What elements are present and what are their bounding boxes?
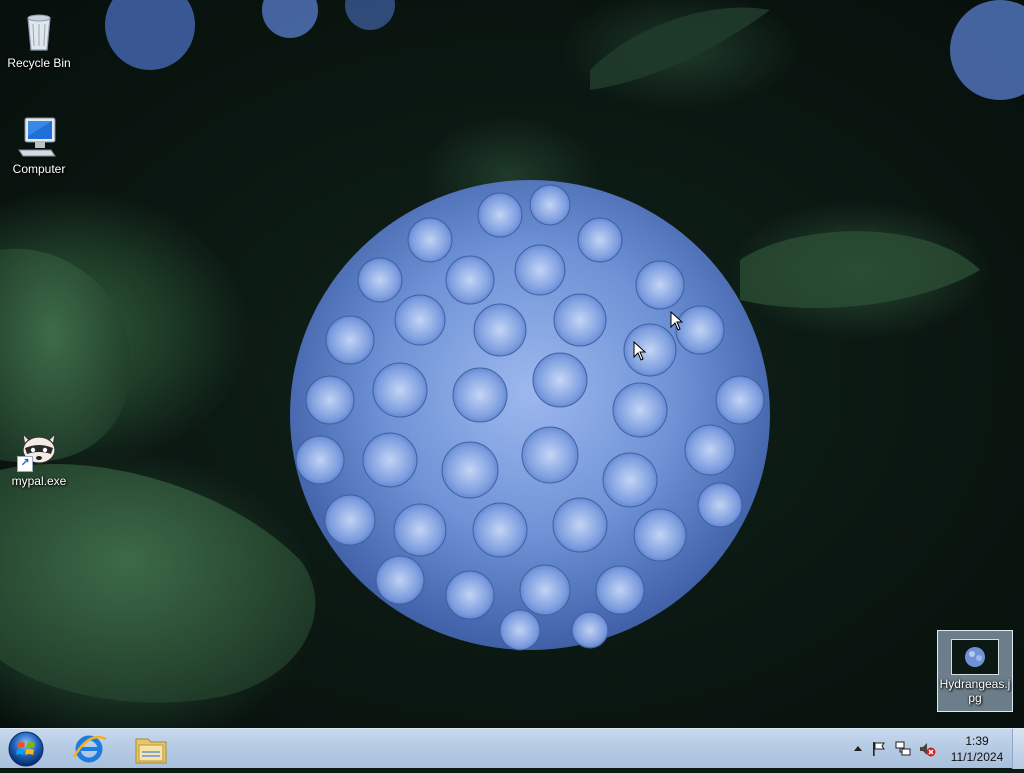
taskbar-windows-explorer-button[interactable] <box>126 731 176 767</box>
hydrangeas-label: Hydrangeas.jpg <box>939 677 1011 705</box>
shortcut-arrow-icon: ↗ <box>17 456 33 472</box>
recycle-bin-icon <box>15 6 63 54</box>
internet-explorer-icon <box>72 735 107 763</box>
recycle-bin-label: Recycle Bin <box>7 56 71 70</box>
taskbar-clock[interactable]: 1:39 11/1/2024 <box>944 733 1010 765</box>
desktop-wallpaper[interactable] <box>0 0 1024 728</box>
computer-icon <box>15 112 63 160</box>
action-center-flag-icon[interactable] <box>870 740 888 758</box>
computer-label: Computer <box>12 162 66 176</box>
file-explorer-folder-icon <box>135 738 167 764</box>
hydrangea-wallpaper-image <box>0 0 1024 703</box>
mypal-raccoon-icon: ↗ <box>15 424 63 472</box>
taskbar-internet-explorer-button[interactable] <box>64 731 114 767</box>
windows-start-orb-icon <box>8 731 44 767</box>
taskbar: 1:39 11/1/2024 <box>0 728 1024 769</box>
clock-time: 1:39 <box>965 734 989 748</box>
desktop-icon-recycle-bin[interactable]: Recycle Bin <box>1 6 77 71</box>
mouse-cursor-icon <box>670 311 684 331</box>
show-desktop-button[interactable] <box>1012 729 1024 769</box>
desktop-icon-mypal[interactable]: ↗ mypal.exe <box>1 424 77 489</box>
volume-muted-icon[interactable] <box>918 740 936 758</box>
network-icon[interactable] <box>894 740 912 758</box>
system-tray: 1:39 11/1/2024 <box>844 729 1024 769</box>
desktop-icon-hydrangeas-jpg[interactable]: Hydrangeas.jpg <box>937 630 1013 712</box>
start-button[interactable] <box>6 730 46 768</box>
mypal-label: mypal.exe <box>11 474 67 488</box>
image-file-icon <box>951 639 999 675</box>
show-hidden-icons-icon[interactable] <box>849 740 867 758</box>
mouse-cursor-icon <box>633 341 647 361</box>
desktop-icon-computer[interactable]: Computer <box>1 112 77 177</box>
clock-date: 11/1/2024 <box>950 750 1004 764</box>
